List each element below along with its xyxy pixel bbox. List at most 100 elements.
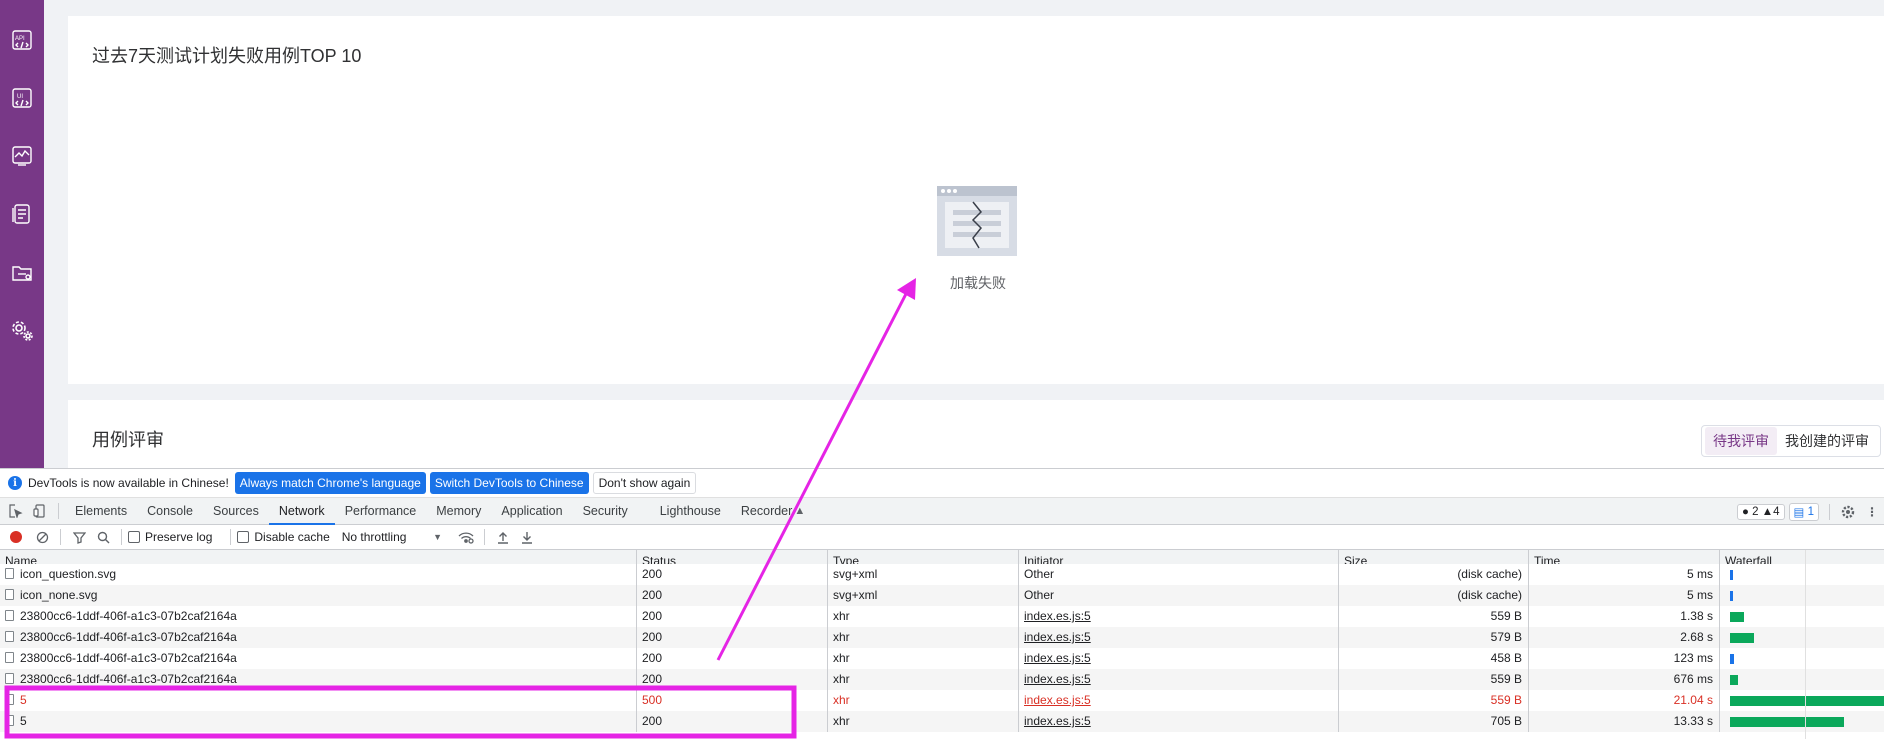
cell-name: 5 xyxy=(0,690,637,711)
cell-initiator: Other xyxy=(1019,564,1339,585)
table-row[interactable]: 23800cc6-1ddf-406f-a1c3-07b2caf2164a 200 x… xyxy=(0,606,1884,627)
more-options-icon[interactable]: ⋮ xyxy=(1860,499,1884,525)
table-row[interactable]: icon_question.svg 200 svg+xml Other (disk ca… xyxy=(0,564,1884,585)
performance-icon[interactable] xyxy=(8,142,36,170)
settings-gears-icon[interactable] xyxy=(8,316,36,344)
separator xyxy=(1829,503,1830,520)
filter-icon[interactable] xyxy=(67,524,91,550)
devtools-right-controls: ● 2 ▲ 4 ▤ 1 ⋮ xyxy=(1736,498,1884,525)
table-row[interactable]: 5 500 xhr index.es.js:5 559 B 21.04 s xyxy=(0,690,1884,711)
cell-text: 705 B xyxy=(1490,714,1522,728)
project-folder-icon[interactable] xyxy=(8,258,36,286)
switch-to-chinese-button[interactable]: Switch DevTools to Chinese xyxy=(429,472,589,494)
dont-show-again-button[interactable]: Don't show again xyxy=(592,472,697,494)
cell-waterfall xyxy=(1720,711,1884,732)
tab-sources[interactable]: Sources xyxy=(203,498,269,525)
cell-text: Other xyxy=(1024,588,1055,602)
preserve-log-checkbox[interactable]: Preserve log xyxy=(128,530,212,544)
cell-time: 676 ms xyxy=(1529,669,1720,690)
file-icon xyxy=(5,715,14,726)
messages-badge[interactable]: ▤ 1 xyxy=(1788,502,1819,521)
app-main: 过去7天测试计划失败用例TOP 10 加载失败 用例评审 待我评审 我创建的评审 xyxy=(44,0,1884,470)
disable-cache-checkbox[interactable]: Disable cache xyxy=(237,530,330,544)
info-icon: i xyxy=(8,476,22,490)
cell-name: 5 xyxy=(0,711,637,732)
network-conditions-icon[interactable] xyxy=(454,524,478,550)
cell-status: 500 xyxy=(637,690,828,711)
cell-initiator[interactable]: index.es.js:5 xyxy=(1019,648,1339,669)
clear-icon[interactable] xyxy=(30,524,54,550)
cell-time: 123 ms xyxy=(1529,648,1720,669)
separator xyxy=(60,529,61,545)
cell-time: 21.04 s xyxy=(1529,690,1720,711)
tab-application[interactable]: Application xyxy=(491,498,572,525)
cell-text: index.es.js:5 xyxy=(1024,714,1091,728)
tab-elements[interactable]: Elements xyxy=(65,498,137,525)
tab-console[interactable]: Console xyxy=(137,498,203,525)
table-row[interactable]: 5 200 xhr index.es.js:5 705 B 13.33 s xyxy=(0,711,1884,732)
tab-network[interactable]: Network xyxy=(268,498,335,525)
cell-initiator[interactable]: index.es.js:5 xyxy=(1019,627,1339,648)
cell-type: xhr xyxy=(828,690,1019,711)
separator xyxy=(230,529,232,545)
cell-text: icon_none.svg xyxy=(20,588,98,602)
cell-text: index.es.js:5 xyxy=(1024,609,1091,623)
cell-time: 13.33 s xyxy=(1529,711,1720,732)
export-har-icon[interactable] xyxy=(515,524,539,550)
cell-waterfall xyxy=(1720,669,1884,690)
segment-pending-review[interactable]: 待我评审 xyxy=(1705,427,1777,455)
cell-text: 23800cc6-1ddf-406f-a1c3-07b2caf2164a xyxy=(20,651,237,665)
cell-time: 5 ms xyxy=(1529,585,1720,606)
tab-lighthouse[interactable]: Lighthouse xyxy=(650,498,731,525)
throttling-select[interactable]: No throttling ▼ xyxy=(342,530,442,544)
cell-type: svg+xml xyxy=(828,585,1019,606)
devtools-tabbar: Elements Console Sources Network Perform… xyxy=(0,498,1884,525)
cell-time: 5 ms xyxy=(1529,564,1720,585)
record-icon[interactable] xyxy=(10,531,22,543)
cell-initiator[interactable]: index.es.js:5 xyxy=(1019,711,1339,732)
checkbox-box xyxy=(128,531,140,543)
cell-initiator[interactable]: index.es.js:5 xyxy=(1019,690,1339,711)
api-icon[interactable]: API xyxy=(8,26,36,54)
tab-memory[interactable]: Memory xyxy=(426,498,491,525)
table-row[interactable]: icon_none.svg 200 svg+xml Other (disk cache)… xyxy=(0,585,1884,606)
table-row[interactable]: 23800cc6-1ddf-406f-a1c3-07b2caf2164a 200 x… xyxy=(0,669,1884,690)
search-icon[interactable] xyxy=(91,524,115,550)
card-title: 过去7天测试计划失败用例TOP 10 xyxy=(92,46,362,66)
cell-text: 23800cc6-1ddf-406f-a1c3-07b2caf2164a xyxy=(20,609,237,623)
report-icon[interactable] xyxy=(8,200,36,228)
cell-text: 458 B xyxy=(1490,651,1522,665)
segment-my-reviews[interactable]: 我创建的评审 xyxy=(1777,427,1877,455)
always-match-language-button[interactable]: Always match Chrome's language xyxy=(234,472,426,494)
table-row[interactable]: 23800cc6-1ddf-406f-a1c3-07b2caf2164a 200 x… xyxy=(0,627,1884,648)
table-row[interactable]: 23800cc6-1ddf-406f-a1c3-07b2caf2164a 200 x… xyxy=(0,648,1884,669)
issues-badge[interactable]: ● 2 ▲ 4 xyxy=(1736,503,1785,520)
cell-text: 200 xyxy=(642,714,663,728)
cell-waterfall xyxy=(1720,690,1884,711)
checkbox-box xyxy=(237,531,250,543)
cell-text: 23800cc6-1ddf-406f-a1c3-07b2caf2164a xyxy=(20,630,237,644)
tab-recorder[interactable]: Recorder xyxy=(731,498,802,525)
cell-text: 5 xyxy=(20,693,27,707)
recorder-flask-icon: ▲ xyxy=(794,505,806,517)
cell-name: icon_none.svg xyxy=(0,585,637,606)
cell-text: 200 xyxy=(642,630,663,644)
cell-initiator[interactable]: index.es.js:5 xyxy=(1019,669,1339,690)
svg-text:UI: UI xyxy=(17,94,23,100)
cell-initiator[interactable]: index.es.js:5 xyxy=(1019,606,1339,627)
tab-performance[interactable]: Performance xyxy=(335,498,427,525)
network-request-table: Name Status Type Initiator Size Time Wat… xyxy=(0,550,1884,739)
waterfall-bar xyxy=(1730,675,1738,685)
cell-name: icon_question.svg xyxy=(0,564,637,585)
cell-text: 5 ms xyxy=(1686,588,1713,602)
device-toolbar-icon[interactable] xyxy=(28,498,52,524)
inspect-element-icon[interactable] xyxy=(4,498,28,524)
tab-security[interactable]: Security xyxy=(573,498,638,525)
error-count: 2 xyxy=(1752,505,1759,518)
cell-text: 500 xyxy=(642,693,663,707)
waterfall-bar xyxy=(1730,654,1734,664)
ui-test-icon[interactable]: UI xyxy=(8,84,36,112)
cell-time: 1.38 s xyxy=(1529,606,1720,627)
import-har-icon[interactable] xyxy=(491,524,515,550)
settings-gear-icon[interactable] xyxy=(1836,499,1860,525)
